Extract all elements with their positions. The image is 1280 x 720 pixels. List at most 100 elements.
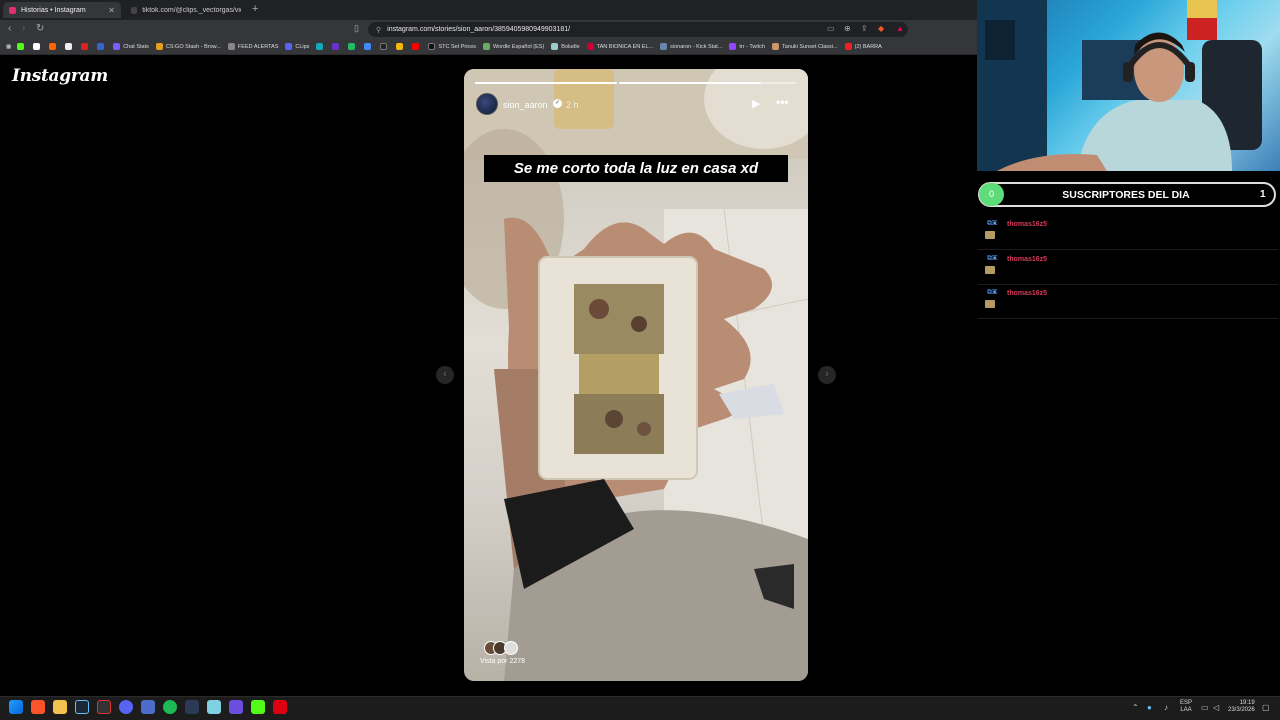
bookmarks-bar: ▦ Chat Stats CS:GO Stash - Brow... FEED … xyxy=(0,39,977,55)
app-icon[interactable] xyxy=(141,700,155,714)
tab-tiktok[interactable]: tiktok.com/@clips._vectorgas/video/ xyxy=(125,2,247,18)
app-icon[interactable] xyxy=(97,700,111,714)
bookmark-orange-icon[interactable] xyxy=(49,43,59,50)
steam-icon[interactable] xyxy=(75,700,89,714)
bookmark-purple-icon[interactable] xyxy=(332,43,342,50)
emote-icon xyxy=(985,231,995,239)
microphone-icon[interactable]: ♪ xyxy=(1164,703,1168,712)
bookmark-teal-icon[interactable] xyxy=(316,43,326,50)
windows-start-icon[interactable] xyxy=(9,700,23,714)
network-icon[interactable]: ▭ xyxy=(1201,703,1209,712)
bookmark-kick-icon[interactable] xyxy=(17,43,27,50)
chat-username: thomas16z5 xyxy=(1007,221,1048,228)
emote-icon xyxy=(985,300,995,308)
language-indicator[interactable]: ESP LAA xyxy=(1180,700,1192,714)
cast-icon[interactable]: ▭ xyxy=(827,24,835,33)
bookmark-clips[interactable]: CLips xyxy=(285,43,309,50)
previous-story-icon[interactable]: ‹ xyxy=(436,366,454,384)
bookmark-boludle[interactable]: Boludle xyxy=(551,43,580,50)
chat-username: thomas16z5 xyxy=(1007,290,1048,297)
badge-icon: ⧉▣ xyxy=(987,220,998,227)
bookmark-youtube-icon[interactable] xyxy=(412,43,422,50)
bookmark-icon[interactable]: ▯ xyxy=(354,23,359,34)
notifications-icon[interactable]: ▢ xyxy=(1262,703,1270,712)
bookmark-stc-set-prices[interactable]: STC Set Prices xyxy=(428,43,476,50)
brave-shield-icon[interactable]: ◆ xyxy=(878,24,884,33)
tab-label: Historias • Instagram xyxy=(21,6,86,14)
views-count[interactable]: Vista por 2278 xyxy=(480,658,525,665)
show-hidden-icons-icon[interactable]: ⌃ xyxy=(1132,703,1139,712)
story-progress-fill-2 xyxy=(619,82,762,84)
subscribers-progress-indicator: 0 xyxy=(979,183,1004,206)
story-time: 2 h xyxy=(566,100,579,110)
emote-icon xyxy=(985,266,995,274)
story-progress-fill-1 xyxy=(475,82,617,84)
zoom-icon[interactable]: ⊕ xyxy=(844,24,851,33)
bookmark-blue-icon[interactable] xyxy=(97,43,107,50)
apps-grid-icon[interactable]: ▦ xyxy=(6,44,11,50)
bookmark-binance-icon[interactable] xyxy=(396,43,406,50)
badge-icon: ⧉▣ xyxy=(987,289,998,296)
kick-icon[interactable] xyxy=(251,700,265,714)
bookmark-pen-icon[interactable] xyxy=(364,43,374,50)
badge-icon: ⧉▣ xyxy=(987,255,998,262)
file-explorer-icon[interactable] xyxy=(53,700,67,714)
subscribers-count: 1 xyxy=(1260,189,1266,200)
bookmark-dark-icon[interactable] xyxy=(380,43,390,50)
app-icon[interactable] xyxy=(185,700,199,714)
chat-message: ⧉▣ thomas16z5 xyxy=(978,252,1278,285)
brave-rewards-icon[interactable]: ▲ xyxy=(896,24,904,33)
app-icon[interactable] xyxy=(207,700,221,714)
instagram-favicon-icon xyxy=(9,6,16,14)
bookmark-chat-stats[interactable]: Chat Stats xyxy=(113,43,149,50)
verified-badge-icon: ✓ xyxy=(553,99,562,108)
subscribers-title: SUSCRIPTORES DEL DIA xyxy=(1062,189,1190,201)
bookmark-diamond-icon[interactable] xyxy=(33,43,43,50)
tab-instagram[interactable]: Historias • Instagram ✕ xyxy=(3,2,121,18)
discord-icon[interactable] xyxy=(119,700,133,714)
spotify-icon[interactable] xyxy=(163,700,177,714)
tab-label: tiktok.com/@clips._vectorgas/video/ xyxy=(142,6,241,14)
url-text: instagram.com/stories/sion_aaron/3859405… xyxy=(387,26,571,33)
volume-icon[interactable]: ◁ xyxy=(1213,703,1219,712)
story-caption: Se me corto toda la luz en casa xd xyxy=(484,155,788,182)
app-icon[interactable] xyxy=(229,700,243,714)
share-icon[interactable]: ⇪ xyxy=(861,24,868,33)
webcam-feed xyxy=(977,0,1280,171)
more-options-icon[interactable]: ••• xyxy=(776,95,789,109)
forward-icon[interactable]: › xyxy=(22,23,25,34)
bookmark-wordle[interactable]: Wordle Español (ES) xyxy=(483,43,544,50)
bookmark-green-icon[interactable] xyxy=(348,43,358,50)
viewer-avatar xyxy=(504,641,518,655)
bookmark-twitch[interactable]: trr - Twitch xyxy=(729,43,765,50)
chat-message: ⧉▣ thomas16z5 xyxy=(978,286,1278,319)
bookmark-tanuki[interactable]: Tanuki Sunset Classi... xyxy=(771,43,838,50)
app-icon[interactable] xyxy=(273,700,287,714)
play-icon[interactable]: ▶ xyxy=(752,97,760,110)
story-avatar[interactable] xyxy=(476,93,498,115)
bookmark-letter-icon[interactable] xyxy=(65,43,75,50)
story-username[interactable]: sion_aaron xyxy=(503,100,548,110)
bookmark-kick-stats[interactable]: sionaron - Kick Stat... xyxy=(660,43,722,50)
bookmark-feed-alertas[interactable]: FEED ALERTAS xyxy=(227,43,278,50)
clock[interactable]: 19:19 23/3/2026 xyxy=(1228,700,1255,714)
steam-tray-icon[interactable]: ● xyxy=(1147,703,1152,712)
bookmark-red-icon[interactable] xyxy=(81,43,91,50)
site-info-icon[interactable]: ⚲ xyxy=(376,26,381,34)
webcam-image xyxy=(977,0,1262,171)
bookmark-barra[interactable]: (2) BARRA xyxy=(844,43,882,50)
back-icon[interactable]: ‹ xyxy=(8,23,11,34)
brave-browser-icon[interactable] xyxy=(31,700,45,714)
tiktok-favicon-icon xyxy=(131,6,138,14)
new-tab-icon[interactable]: + xyxy=(252,3,258,15)
next-story-icon[interactable]: › xyxy=(818,366,836,384)
bookmark-csgo-stash[interactable]: CS:GO Stash - Brow... xyxy=(155,43,221,50)
instagram-logo[interactable]: Instagram xyxy=(12,66,108,86)
story-progress-bar-2 xyxy=(619,82,797,84)
chat-message: ⧉▣ thomas16z5 xyxy=(978,217,1278,250)
reload-icon[interactable]: ↻ xyxy=(36,23,44,34)
close-tab-icon[interactable]: ✕ xyxy=(108,6,115,15)
chat-username: thomas16z5 xyxy=(1007,256,1048,263)
bookmark-tan-bionica[interactable]: TAN BIONICA EN EL... xyxy=(586,43,653,50)
tab-bar: Historias • Instagram ✕ tiktok.com/@clip… xyxy=(0,0,977,20)
